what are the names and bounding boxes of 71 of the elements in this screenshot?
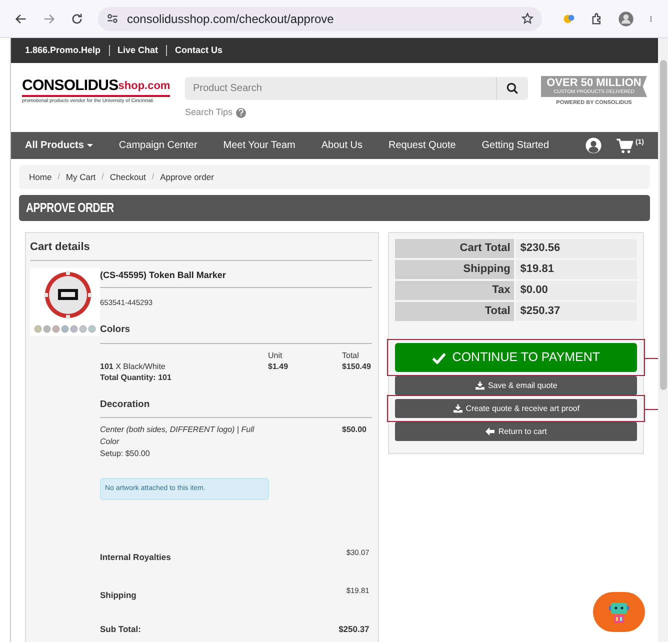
star-icon xyxy=(521,12,534,25)
nav-link[interactable]: About Us xyxy=(321,138,363,153)
robot-icon xyxy=(608,600,630,624)
fee-label: Shipping xyxy=(100,589,136,602)
top-bar-link[interactable]: Live Chat xyxy=(118,44,158,58)
fee-label: Internal Royalties xyxy=(100,551,171,564)
subtotal-amount: $250.37 xyxy=(338,622,370,636)
chat-button[interactable] xyxy=(593,592,645,632)
summary-value: $0.00 xyxy=(516,281,637,300)
unit-price: $1.49 xyxy=(268,360,290,372)
decoration-description: Center (both sides, DIFFERENT logo) | Full Color xyxy=(100,424,256,448)
back-icon xyxy=(14,12,28,26)
download-icon xyxy=(452,404,463,413)
total-quantity: Total Quantity: 101 xyxy=(100,372,172,382)
breadcrumb-link[interactable]: My Cart xyxy=(66,170,96,184)
subtotal-label: Sub Total: xyxy=(100,622,141,636)
tune-icon xyxy=(106,12,119,25)
subsection-title: Colors xyxy=(100,323,372,344)
banner-headline: OVER 50 MILLION xyxy=(546,78,642,89)
cart-icon[interactable] xyxy=(616,138,634,154)
setup-fee: Setup: $50.00 xyxy=(100,448,151,460)
reload-icon xyxy=(70,12,84,26)
download-icon xyxy=(474,381,485,390)
arrow-icon xyxy=(485,427,496,436)
summary-label: Tax xyxy=(395,281,514,300)
page-title: APPROVE ORDER xyxy=(26,199,114,218)
breadcrumb-link[interactable]: Approve order xyxy=(160,170,214,184)
nav-link[interactable]: Meet Your Team xyxy=(223,138,296,153)
search-tips-link[interactable]: Search Tips xyxy=(185,106,233,120)
help-icon xyxy=(236,108,246,118)
top-bar-link[interactable]: 1.866.Promo.Help xyxy=(25,44,101,58)
action-button[interactable]: Return to cart xyxy=(395,422,637,441)
column-header: Total xyxy=(342,350,360,360)
search-field[interactable]: Product Search xyxy=(185,77,496,100)
nav-link[interactable]: Getting Started xyxy=(482,138,550,153)
summary-value: $230.56 xyxy=(516,239,637,258)
section-title: Cart details xyxy=(30,239,372,260)
scrollbar[interactable] xyxy=(658,38,668,642)
nav-link[interactable]: Campaign Center xyxy=(118,138,198,153)
top-bar-link[interactable]: Contact Us xyxy=(175,44,223,58)
decoration-price: $50.00 xyxy=(342,424,368,436)
breadcrumb-separator: / xyxy=(102,171,104,183)
search-button[interactable] xyxy=(496,77,528,100)
avatar-icon xyxy=(618,10,634,26)
breadcrumb-link[interactable]: Checkout xyxy=(110,170,146,184)
nav-link[interactable]: Request Quote xyxy=(388,138,456,153)
account-icon[interactable] xyxy=(585,137,602,154)
quantity-line: 101 X Black/White xyxy=(100,360,166,372)
nav-link[interactable]: All Products xyxy=(25,138,93,153)
product-name: (CS-45595) Token Ball Marker xyxy=(100,268,372,288)
breadcrumb-separator: / xyxy=(152,171,154,183)
breadcrumb-separator: / xyxy=(58,171,60,183)
summary-value: $19.81 xyxy=(516,260,637,279)
summary-value: $250.37 xyxy=(516,302,637,321)
continue-button[interactable]: CONTINUE TO PAYMENT xyxy=(395,343,637,372)
action-button[interactable]: Save & email quote xyxy=(395,376,637,395)
subsection-title: Decoration xyxy=(100,398,372,418)
summary-label: Shipping xyxy=(395,260,514,279)
line-total: $150.49 xyxy=(342,360,372,372)
action-button[interactable]: Create quote & receive art proof xyxy=(395,399,637,418)
url-text: consolidusshop.com/checkout/approve xyxy=(127,10,335,28)
search-icon xyxy=(506,82,519,95)
forward-icon xyxy=(42,12,56,26)
address-bar[interactable]: consolidusshop.com/checkout/approve xyxy=(98,6,542,30)
breadcrumb-link[interactable]: Home xyxy=(29,170,52,184)
logo[interactable]: CONSOLIDUSshop.com xyxy=(22,77,170,97)
column-header: Unit xyxy=(268,350,284,360)
summary-label: Cart Total xyxy=(395,239,514,258)
leader-line xyxy=(645,408,658,410)
summary-label: Total xyxy=(395,302,514,321)
check-icon xyxy=(432,352,446,364)
